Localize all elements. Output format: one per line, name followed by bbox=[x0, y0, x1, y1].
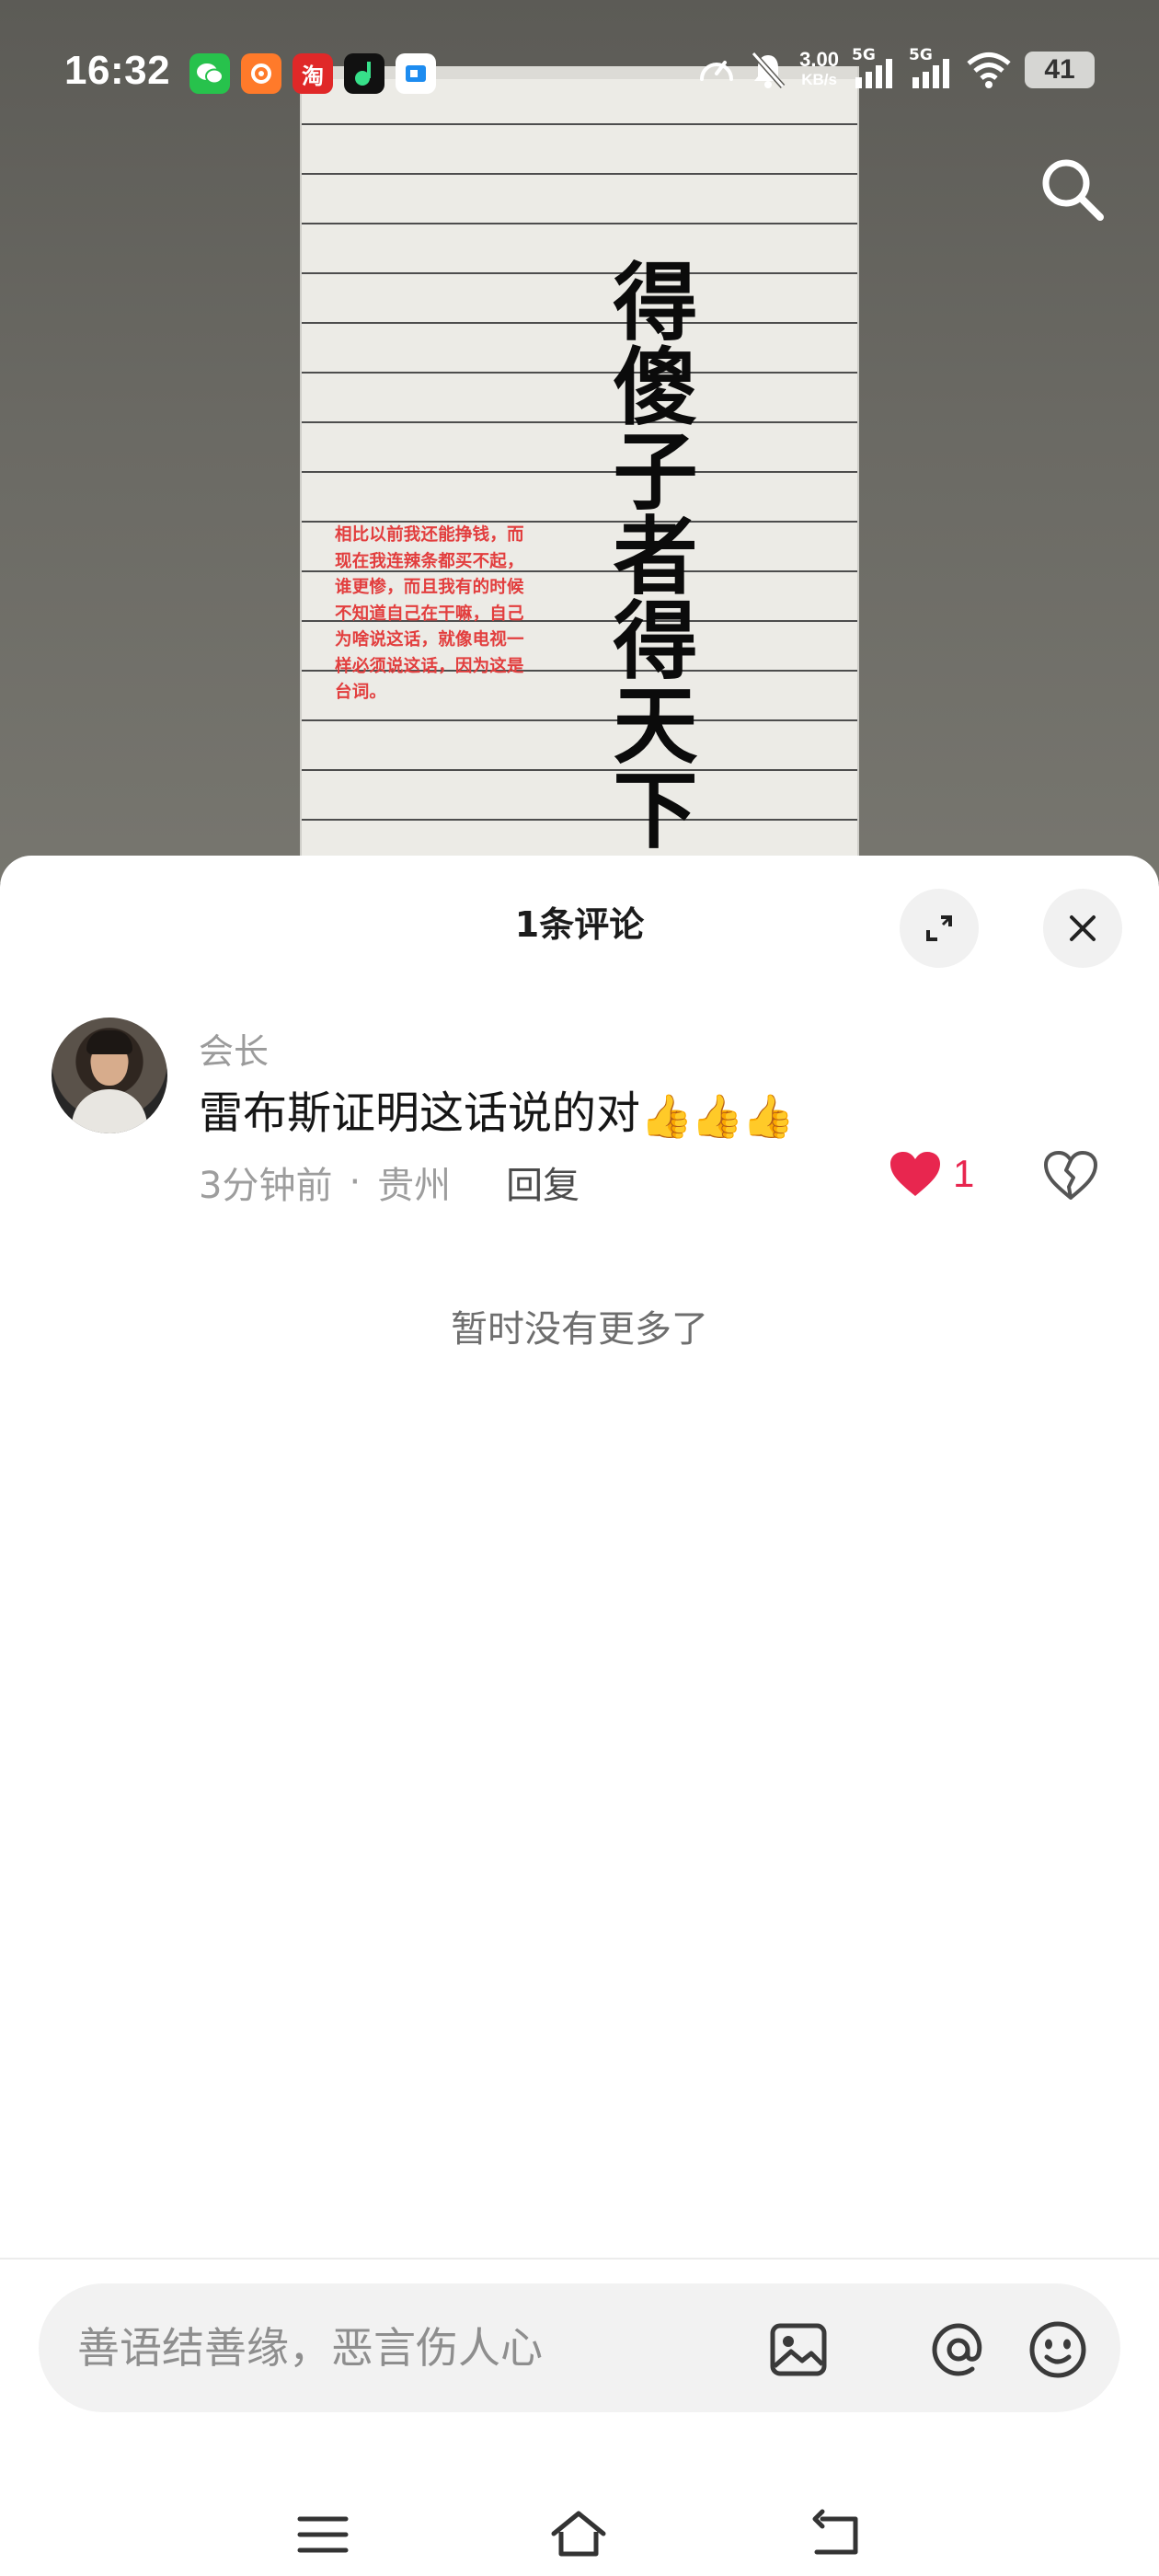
comment-input-bar bbox=[39, 2283, 1120, 2412]
avatar-hair bbox=[86, 1030, 132, 1054]
wifi-icon bbox=[967, 52, 1011, 88]
video-note-text: 相比以前我还能挣钱，而现在我连辣条都买不起，谁更惨，而且我有的时候不知道自己在干… bbox=[335, 525, 524, 702]
home-button[interactable] bbox=[548, 2504, 609, 2565]
mention-button[interactable] bbox=[925, 2317, 992, 2383]
signal-1: 5G bbox=[852, 46, 896, 90]
comment-item: 会长 雷布斯证明这话说的对👍👍👍 3分钟前 · 贵州 回复 1 bbox=[0, 1018, 1159, 1238]
signal-bars-icon bbox=[912, 59, 949, 88]
video-background[interactable]: 得傻子者得天下 相比以前我还能挣钱，而现在我连辣条都买不起，谁更惨，而且我有的时… bbox=[0, 0, 1159, 883]
app-blue-icon bbox=[396, 53, 436, 94]
image-button[interactable] bbox=[765, 2317, 832, 2383]
calligraphy-text: 得傻子者得天下 bbox=[599, 258, 697, 850]
taobao-icon: 淘 bbox=[293, 53, 333, 94]
thumbs-up-emoji: 👍👍👍 bbox=[640, 1090, 795, 1141]
at-icon bbox=[932, 2323, 982, 2376]
battery-indicator: 41 bbox=[1025, 52, 1095, 88]
comments-title: 1条评论 bbox=[514, 904, 645, 945]
comment-time: 3分钟前 bbox=[199, 1165, 333, 1207]
comment-input[interactable] bbox=[77, 2283, 758, 2412]
status-bar: 16:32 淘 3.00 KB/s 5G 5G 41 bbox=[0, 44, 1159, 109]
comment-meta: 3分钟前 · 贵州 回复 bbox=[199, 1156, 580, 1209]
search-icon bbox=[1042, 159, 1104, 221]
expand-button[interactable] bbox=[900, 889, 979, 968]
comment-username[interactable]: 会长 bbox=[199, 1023, 269, 1074]
divider bbox=[0, 2258, 1159, 2260]
video-paper-scroll: 得傻子者得天下 相比以前我还能挣钱，而现在我连辣条都买不起，谁更惨，而且我有的时… bbox=[300, 66, 859, 883]
network-speed-value: 3.00 bbox=[799, 48, 839, 71]
status-time: 16:32 bbox=[64, 48, 171, 93]
status-indicators: 3.00 KB/s 5G 5G 41 bbox=[696, 46, 1095, 90]
signal-bars-icon bbox=[855, 59, 892, 88]
emoji-icon bbox=[1029, 2321, 1086, 2378]
menu-icon bbox=[297, 2516, 349, 2553]
home-icon bbox=[551, 2511, 606, 2557]
close-icon bbox=[1070, 915, 1096, 941]
comment-location: 贵州 bbox=[377, 1165, 452, 1207]
network-speed-unit: KB/s bbox=[801, 71, 837, 88]
search-button[interactable] bbox=[1036, 153, 1109, 226]
wechat-icon bbox=[189, 53, 230, 94]
broken-heart-icon bbox=[1044, 1151, 1097, 1200]
emoji-button[interactable] bbox=[1025, 2317, 1091, 2383]
avatar-body bbox=[72, 1089, 147, 1133]
recent-apps-button[interactable] bbox=[293, 2504, 353, 2565]
back-icon bbox=[812, 2509, 858, 2555]
system-nav-bar bbox=[0, 2484, 1159, 2576]
reply-button[interactable]: 回复 bbox=[506, 1156, 580, 1209]
network-speed: 3.00 KB/s bbox=[799, 50, 839, 90]
like-count: 1 bbox=[953, 1152, 975, 1195]
close-button[interactable] bbox=[1043, 889, 1122, 968]
app-green-icon bbox=[344, 53, 384, 94]
notification-app-icons: 淘 bbox=[189, 53, 436, 94]
dislike-button[interactable] bbox=[1043, 1150, 1098, 1205]
comment-body: 雷布斯证明这话说的对 bbox=[199, 1087, 641, 1139]
speedometer-icon bbox=[700, 61, 734, 81]
mute-bell-icon bbox=[751, 52, 786, 88]
back-button[interactable] bbox=[806, 2504, 866, 2565]
comment-text: 雷布斯证明这话说的对👍👍👍 bbox=[199, 1076, 795, 1142]
heart-icon bbox=[890, 1152, 940, 1196]
image-icon bbox=[770, 2323, 827, 2376]
avatar[interactable] bbox=[52, 1018, 167, 1133]
expand-icon bbox=[926, 915, 952, 941]
no-more-comments: 暂时没有更多了 bbox=[451, 1308, 708, 1351]
like-button[interactable]: 1 bbox=[889, 1150, 974, 1198]
app-orange-icon bbox=[241, 53, 281, 94]
signal-2: 5G bbox=[909, 46, 953, 90]
meta-separator: · bbox=[349, 1161, 361, 1203]
comments-sheet: 1条评论 会长 雷布斯证明这话说的对👍👍👍 3分钟前 · 贵州 回复 1 暂时没… bbox=[0, 856, 1159, 2576]
